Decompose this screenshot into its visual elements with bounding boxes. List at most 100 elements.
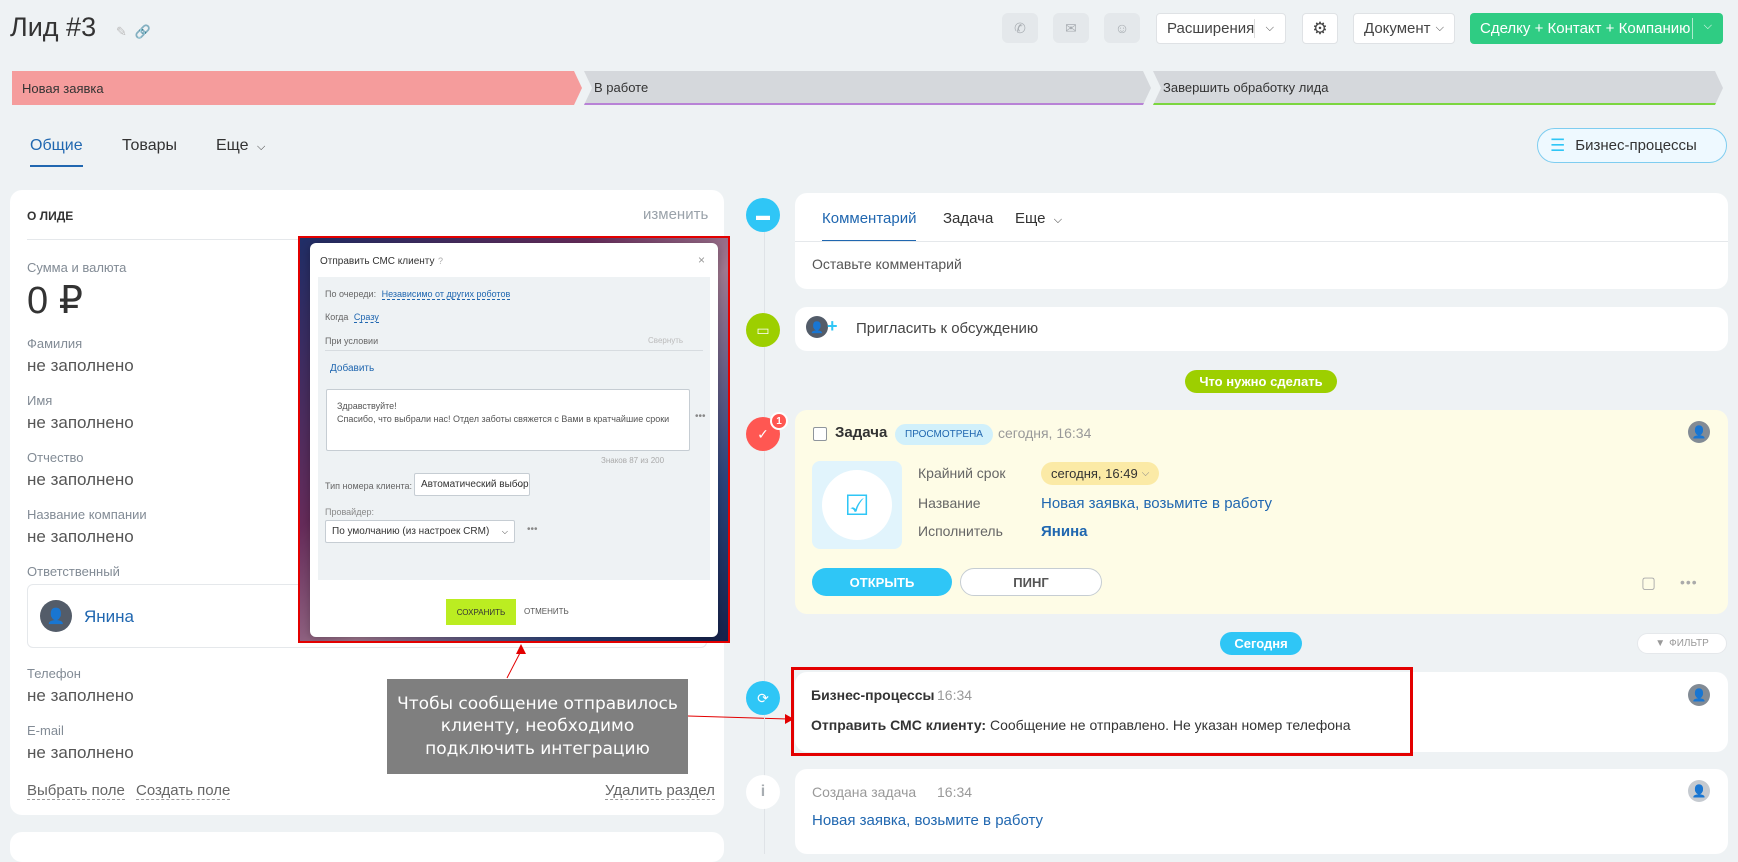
when-row: Когда Сразу [325,312,379,323]
collapse-link[interactable]: Свернуть [648,336,683,345]
more-icon[interactable]: ••• [695,411,706,422]
user-avatar-icon: 👤 [40,600,72,632]
choose-field-link[interactable]: Выбрать поле [27,782,125,800]
more-icon[interactable]: ••• [1680,574,1698,590]
chat-icon[interactable]: ☺ [1104,13,1140,43]
user-avatar-icon[interactable]: 👤 [1688,780,1710,802]
comment-icon: ▬ [746,198,780,232]
bp-item-time: 16:34 [937,687,973,703]
info-icon: i [746,775,780,809]
queue-label: По очереди: [325,289,377,299]
section-title: О ЛИДЕ [27,209,74,223]
chevron-down-icon: ⌵ [1141,468,1150,479]
filter-button[interactable]: ▼ ФИЛЬТР [1637,633,1727,654]
assignee-link[interactable]: Янина [1041,523,1087,540]
responsible-name[interactable]: Янина [84,607,134,627]
queue-value[interactable]: Независимо от других роботов [381,289,511,300]
bp-message: Сообщение не отправлено. Не указан номер… [989,717,1351,733]
create-field-link[interactable]: Создать поле [136,782,231,800]
link-icon[interactable]: 🔗 [135,24,151,40]
tab-more[interactable]: Еще ⌵ [1015,210,1062,227]
chevron-down-icon: ⌵ [1435,22,1444,34]
create-entities-button[interactable]: Сделку + Контакт + Компанию ⌵ [1470,13,1723,44]
business-processes-button[interactable]: ☰ Бизнес-процессы [1537,128,1727,163]
phone-icon[interactable]: ✆ [1002,13,1038,43]
task-counter-badge: 1 [770,412,788,430]
field-label: Сумма и валюта [27,260,127,275]
today-badge: Сегодня [1220,632,1302,655]
bp-button-label: Бизнес-процессы [1575,137,1697,154]
bp-item-title: Бизнес-процессы [811,687,935,703]
stage-new[interactable]: Новая заявка [12,71,582,105]
stage-in-progress[interactable]: В работе [584,71,1151,105]
add-condition-link[interactable]: Добавить [330,363,374,374]
number-type-select[interactable]: Автоматический выбор ⌵ [414,473,530,496]
condition-label: При условии [325,336,379,346]
provider-label: Провайдер: [325,507,374,517]
annotation-callout: Чтобы сообщение отправилось клиенту, нео… [387,679,688,774]
comment-input[interactable]: Оставьте комментарий [812,256,962,272]
mail-icon[interactable]: ✉ [1053,13,1089,43]
open-task-button[interactable]: ОТКРЫТЬ [812,568,952,596]
note-icon[interactable]: ▢ [1641,573,1656,593]
stage-label: Завершить обработку лида [1163,79,1329,95]
tab-goods[interactable]: Товары [122,137,177,155]
close-icon[interactable]: × [698,253,705,267]
task-checkbox[interactable] [813,427,827,441]
name-label: Название [918,495,981,511]
created-item-title: Создана задача [812,784,917,800]
tab-more[interactable]: Еще ⌵ [216,137,265,155]
field-label: Фамилия [27,336,83,351]
help-icon[interactable]: ? [438,256,443,266]
tab-comment[interactable]: Комментарий [822,210,917,242]
ping-button[interactable]: ПИНГ [960,568,1102,596]
chevron-down-icon: ⌵ [257,141,266,153]
bp-item-message: Отправить СМС клиенту: Сообщение не отпр… [811,717,1351,733]
task-name-link[interactable]: Новая заявка, возьмите в работу [1041,495,1272,512]
modal-title: Отправить СМС клиенту [320,256,435,267]
timeline-line [764,212,765,854]
message-line: Спасибо, что выбрали нас! Отдел заботы с… [337,414,670,425]
document-button[interactable]: Документ ⌵ [1353,13,1455,44]
created-item-link[interactable]: Новая заявка, возьмите в работу [812,812,1043,829]
provider-value: По умолчанию (из настроек CRM) [332,526,490,537]
char-counter: Знаков 87 из 200 [601,456,665,465]
document-label: Документ [1364,20,1431,37]
delete-section-link[interactable]: Удалить раздел [605,782,715,800]
highlight-frame [791,667,1413,756]
invite-label: Пригласить к обсуждению [856,320,1039,337]
deadline-value[interactable]: сегодня, 16:49 ⌵ [1041,462,1160,485]
todo-badge: Что нужно сделать [1185,370,1337,393]
settings-gear-icon[interactable]: ⚙ [1302,13,1338,44]
when-value[interactable]: Сразу [353,312,379,323]
edit-icon[interactable]: ✎ [116,24,127,40]
tab-task[interactable]: Задача [943,210,993,227]
provider-select[interactable]: По умолчанию (из настроек CRM) ⌵ [325,520,515,543]
page-title: Лид #3 [10,12,97,42]
field-label: Название компании [27,507,147,522]
stage-finish[interactable]: Завершить обработку лида [1153,71,1723,105]
user-avatar-icon[interactable]: 👤 [1688,684,1710,706]
field-label: Отчество [27,450,84,465]
field-label: Ответственный [27,564,120,579]
deadline-label: Крайний срок [918,465,1006,481]
create-label: Сделку + Контакт + Компанию [1480,20,1691,37]
field-value: не заполнено [27,356,134,375]
more-icon[interactable]: ••• [527,524,538,535]
save-button[interactable]: СОХРАНИТЬ [446,599,516,625]
field-label: Имя [27,393,53,408]
user-add-icon: 👤 [806,316,828,338]
extensions-button[interactable]: Расширения ⌵ [1156,13,1286,44]
chevron-down-icon[interactable]: ⌵ [1704,20,1712,33]
tab-general[interactable]: Общие [30,137,83,167]
cancel-button[interactable]: ОТМЕНИТЬ [524,607,569,616]
message-line: Здравствуйте! [337,401,397,411]
assignee-label: Исполнитель [918,523,1003,539]
task-title: Задача [835,424,888,441]
message-textarea[interactable]: Здравствуйте! Спасибо, что выбрали нас! … [326,389,690,451]
stage-label: В работе [594,79,649,95]
chevron-down-icon: ⌵ [501,526,508,536]
deadline-text: сегодня, 16:49 [1051,466,1138,481]
edit-section-link[interactable]: изменить [643,206,708,223]
user-avatar-icon[interactable]: 👤 [1688,421,1710,443]
